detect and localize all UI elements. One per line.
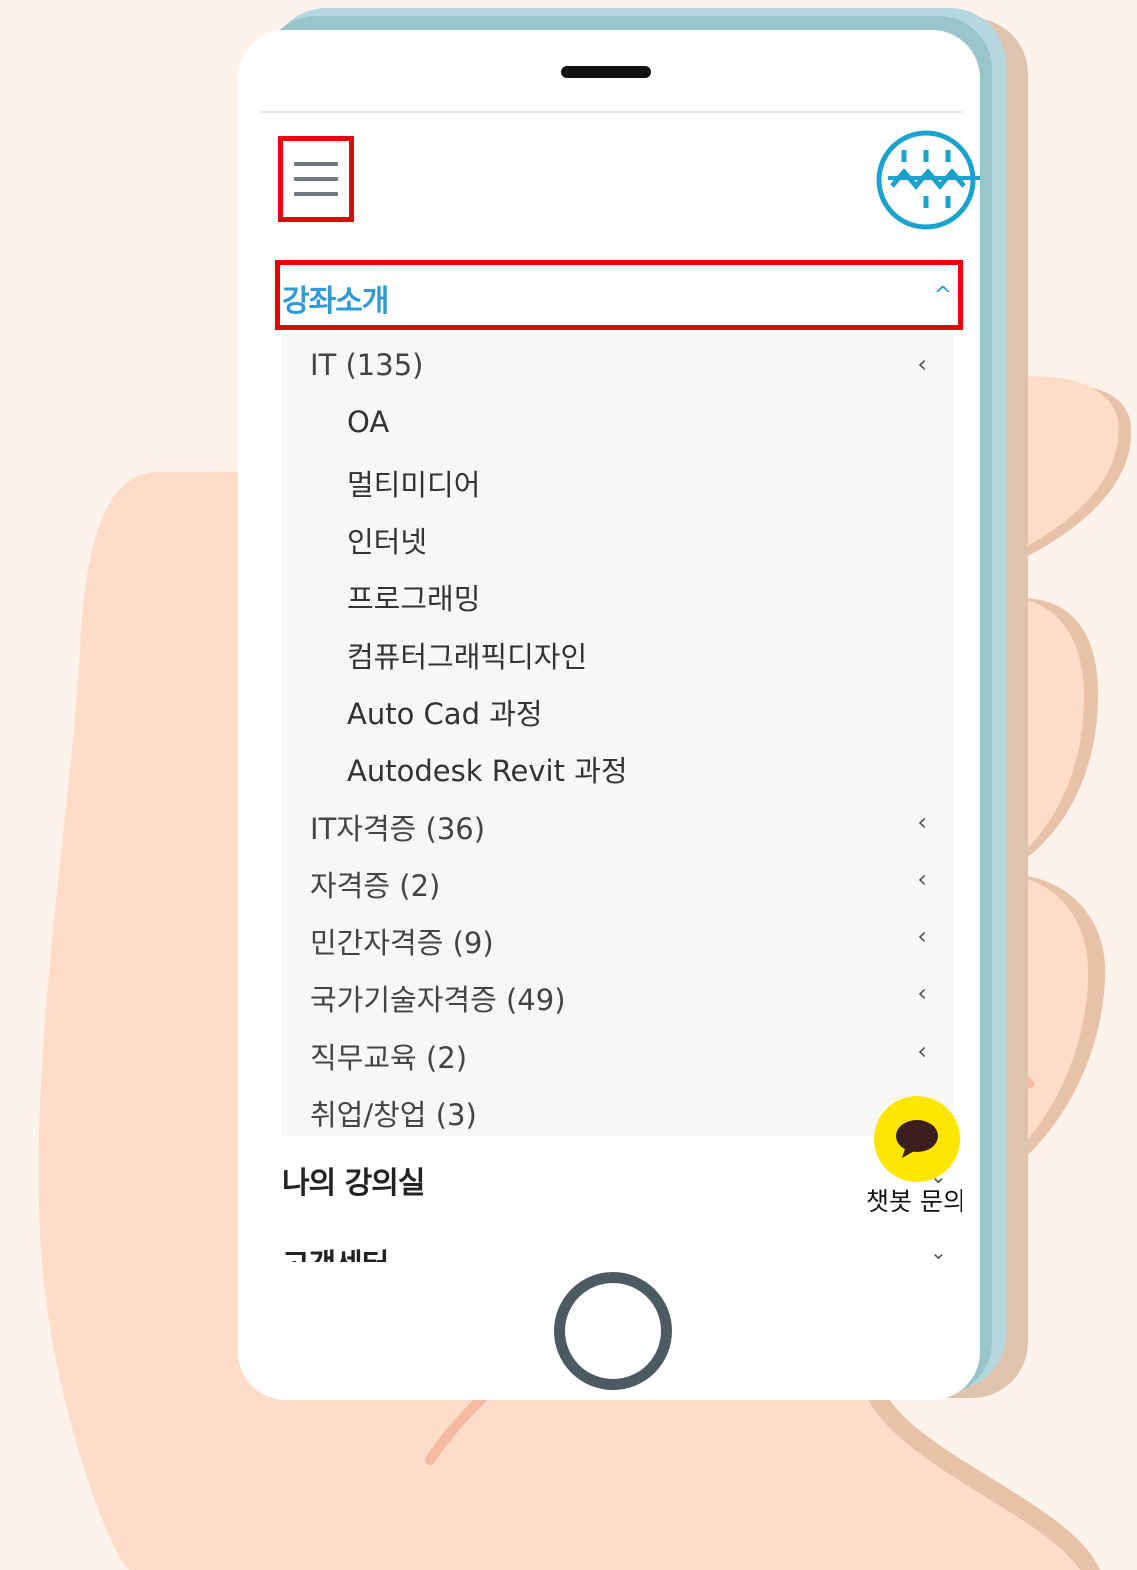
nav-section-my-classroom[interactable]: 나의 강의실 — [282, 1158, 425, 1202]
chevron-up-icon: ^ — [933, 283, 952, 308]
chevron-left-icon[interactable]: ‹ — [917, 808, 927, 836]
subcategory-internet[interactable]: 인터넷 — [347, 519, 427, 561]
chatbot-button[interactable] — [874, 1096, 960, 1182]
chatbot-label[interactable]: 챗봇 문의 — [866, 1182, 962, 1218]
illustration-scene: 강좌소개 ^ IT (135) ‹ OA 멀티미디어 인터넷 프로그래밍 컴퓨터… — [0, 0, 1137, 1570]
nav-section-customer-center[interactable]: 고객센터 — [282, 1240, 389, 1262]
category-national-certificate[interactable]: 국가기술자격증 (49) — [310, 977, 566, 1019]
chevron-left-icon[interactable]: ‹ — [917, 350, 927, 378]
phone-speaker — [561, 66, 651, 78]
subcategory-oa[interactable]: OA — [347, 405, 389, 439]
wave-circle-logo — [876, 130, 980, 230]
home-button[interactable] — [554, 1272, 672, 1390]
category-job-training[interactable]: 직무교육 (2) — [310, 1035, 467, 1077]
site-logo[interactable] — [874, 128, 980, 232]
category-it[interactable]: IT (135) — [310, 348, 423, 382]
chevron-left-icon[interactable]: ‹ — [917, 865, 927, 893]
subcategory-autocad[interactable]: Auto Cad 과정 — [347, 691, 543, 733]
category-private-certificate[interactable]: 민간자격증 (9) — [310, 920, 494, 962]
chevron-left-icon[interactable]: ‹ — [917, 1037, 927, 1065]
course-category-list: IT (135) ‹ OA 멀티미디어 인터넷 프로그래밍 컴퓨터그래픽디자인 … — [281, 334, 953, 1136]
subcategory-programming[interactable]: 프로그래밍 — [347, 576, 480, 618]
nav-section-label: 강좌소개 — [282, 284, 389, 319]
subcategory-graphic-design[interactable]: 컴퓨터그래픽디자인 — [347, 634, 587, 676]
category-it-certificate[interactable]: IT자격증 (36) — [310, 806, 485, 848]
nav-section-clip: 고객센터 ⌄ — [238, 1236, 980, 1262]
header-divider — [260, 111, 962, 113]
chevron-left-icon[interactable]: ‹ — [917, 922, 927, 950]
phone-screen: 강좌소개 ^ IT (135) ‹ OA 멀티미디어 인터넷 프로그래밍 컴퓨터… — [238, 30, 980, 1400]
category-certificate[interactable]: 자격증 (2) — [310, 863, 440, 905]
subcategory-revit[interactable]: Autodesk Revit 과정 — [347, 748, 628, 790]
chevron-left-icon[interactable]: ‹ — [917, 979, 927, 1007]
chat-bubble-icon — [896, 1120, 938, 1158]
hamburger-menu-icon — [294, 162, 338, 196]
chevron-down-icon[interactable]: ⌄ — [930, 1240, 947, 1262]
nav-section-course-intro[interactable]: 강좌소개 ^ — [275, 260, 963, 330]
subcategory-multimedia[interactable]: 멀티미디어 — [347, 462, 480, 504]
menu-button[interactable] — [278, 136, 354, 222]
category-employment-startup[interactable]: 취업/창업 (3) — [310, 1092, 477, 1134]
